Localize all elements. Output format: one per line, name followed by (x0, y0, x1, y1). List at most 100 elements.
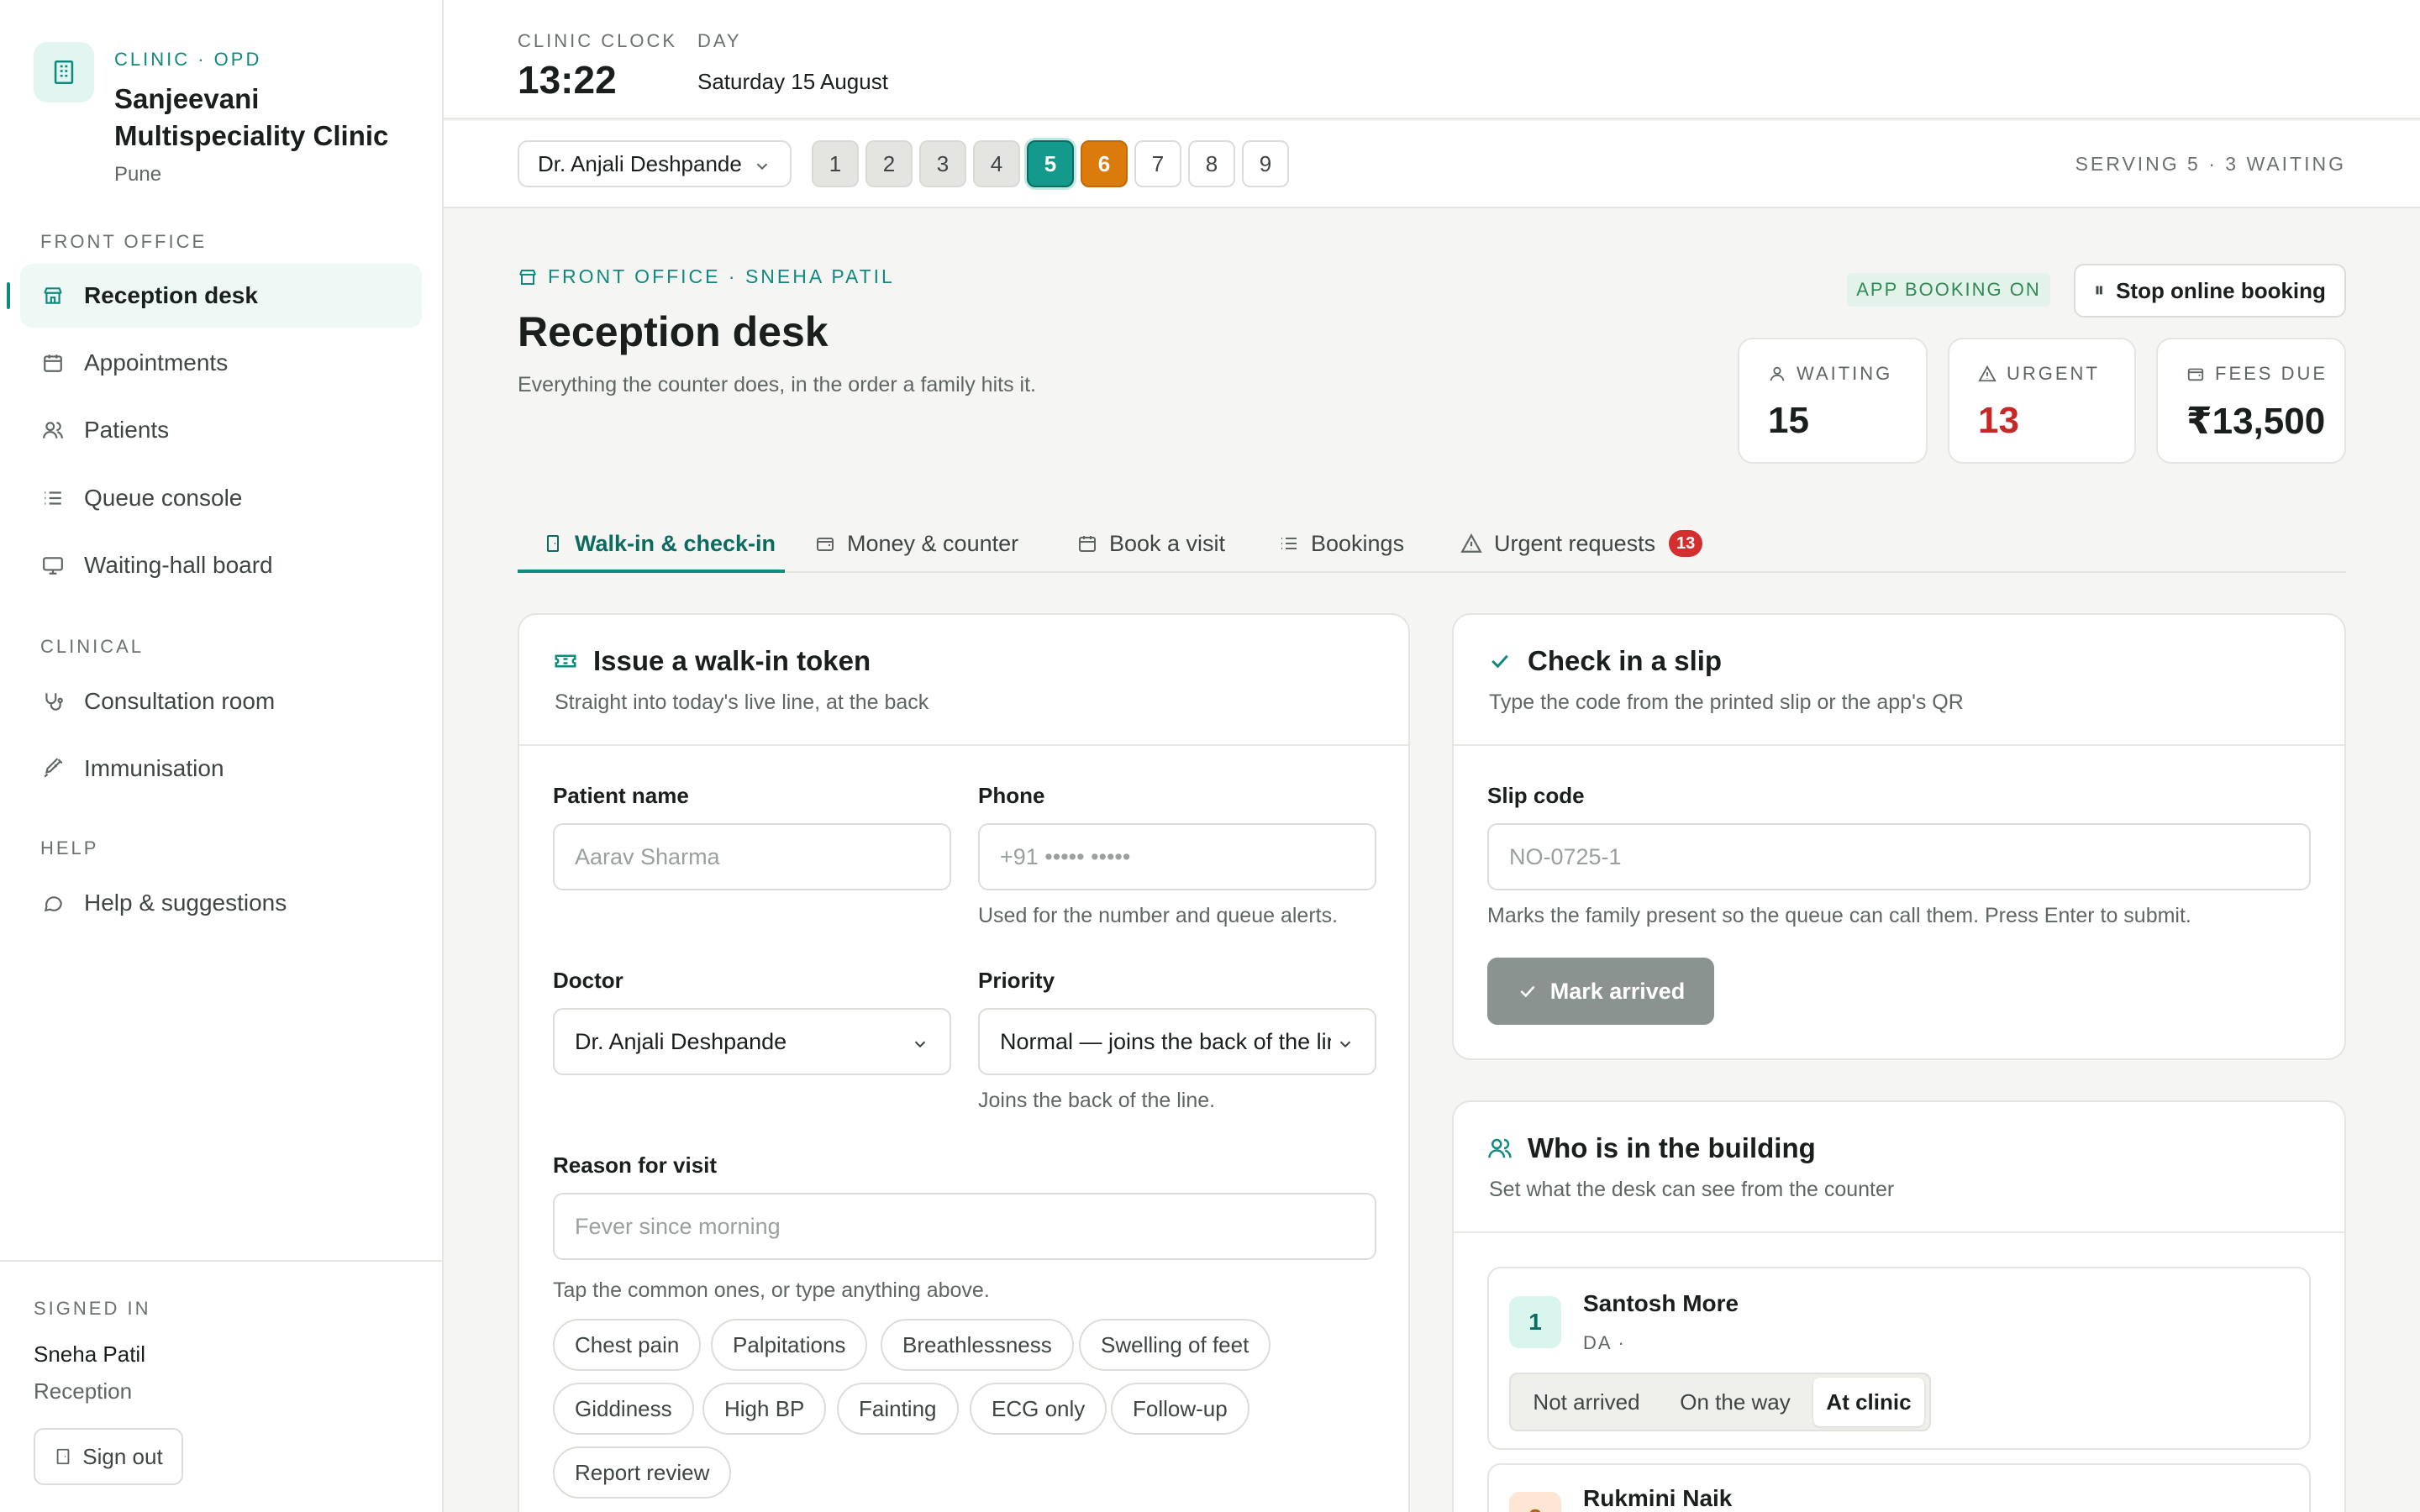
day-value: Saturday 15 August (697, 69, 888, 94)
sidebar-item-label: Immunisation (84, 755, 224, 781)
presence-option-on-the-way[interactable]: On the way (1664, 1378, 1807, 1426)
reason-input[interactable]: Fever since morning (553, 1193, 1376, 1260)
store-icon (518, 267, 538, 287)
clinic-city: Pune (114, 163, 162, 186)
priority-label: Priority (978, 968, 1055, 993)
day-label: DAY (697, 30, 742, 51)
tab-label: Money & counter (847, 530, 1019, 556)
list-icon (40, 486, 66, 511)
patient-token: 1 (1509, 1296, 1561, 1348)
stop-online-booking-button[interactable]: ⏸ Stop online booking (2074, 264, 2346, 318)
reason-chip[interactable]: Giddiness (553, 1383, 694, 1435)
tab-urgent-requests[interactable]: Urgent requests 13 (1460, 514, 1703, 573)
card-subtitle: Set what the desk can see from the count… (1489, 1178, 1895, 1201)
sidebar-item-reception-desk[interactable]: Reception desk (20, 264, 422, 328)
reason-chip[interactable]: High BP (702, 1383, 827, 1435)
stat-value: 15 (1768, 400, 1809, 441)
tab-bookings[interactable]: Bookings (1279, 514, 1404, 573)
sidebar-footer-divider (0, 1260, 442, 1262)
users-icon (40, 417, 66, 443)
tab-label: Walk-in & check-in (575, 530, 776, 556)
sidebar-item-label: Consultation room (84, 688, 276, 714)
phone-label: Phone (978, 783, 1045, 808)
page-title: Reception desk (518, 308, 829, 355)
presence-option-at-clinic[interactable]: At clinic (1813, 1378, 1924, 1426)
page-eyebrow: FRONT OFFICE · SNEHA PATIL (518, 265, 895, 288)
token-button[interactable]: 2 (865, 140, 913, 187)
slip-code-hint: Marks the family present so the queue ca… (1487, 904, 2191, 927)
token-button-current[interactable]: 5 (1027, 140, 1074, 187)
clinic-eyebrow: CLINIC · OPD (114, 49, 262, 70)
doctor-label: Doctor (553, 968, 623, 993)
sign-out-button[interactable]: Sign out (34, 1428, 183, 1485)
doctor-dropdown[interactable]: Dr. Anjali Deshpande (553, 1008, 951, 1075)
calendar-icon (1077, 533, 1097, 554)
tab-money-counter[interactable]: Money & counter (815, 514, 1018, 573)
store-icon (40, 283, 66, 308)
reason-chip[interactable]: Breathlessness (881, 1319, 1074, 1371)
sidebar-item-patients[interactable]: Patients (20, 398, 422, 462)
sidebar: CLINIC · OPD Sanjeevani Multispeciality … (0, 0, 444, 1512)
stat-urgent: URGENT 13 (1948, 338, 2136, 464)
token-button[interactable]: 1 (812, 140, 859, 187)
active-tab-underline (518, 570, 785, 573)
top-bar (444, 0, 2420, 119)
sidebar-item-label: Waiting-hall board (84, 552, 273, 578)
serving-status: SERVING 5 · 3 WAITING (2075, 153, 2346, 175)
patient-meta: DA · (1583, 1332, 1626, 1353)
patient-name-input[interactable]: Aarav Sharma (553, 823, 951, 890)
syringe-icon (40, 756, 66, 781)
token-button[interactable]: 3 (919, 140, 966, 187)
card-title: Check in a slip (1528, 645, 1723, 676)
presence-option-not-arrived[interactable]: Not arrived (1516, 1378, 1657, 1426)
sidebar-item-label: Queue console (84, 485, 243, 511)
reason-chip[interactable]: Chest pain (553, 1319, 702, 1371)
user-icon (1768, 365, 1786, 383)
token-button[interactable]: 8 (1188, 140, 1235, 187)
sidebar-item-help-suggestions[interactable]: Help & suggestions (20, 871, 422, 935)
chevron-down-icon (753, 155, 771, 181)
tab-walk-in-check-in[interactable]: Walk-in & check-in (543, 514, 776, 573)
reason-chip[interactable]: Palpitations (711, 1319, 868, 1371)
urgent-count-badge: 13 (1669, 530, 1703, 557)
slip-code-label: Slip code (1487, 783, 1585, 808)
sidebar-item-queue-console[interactable]: Queue console (20, 466, 422, 530)
reason-chip[interactable]: Follow-up (1111, 1383, 1249, 1435)
tab-label: Urgent requests (1494, 530, 1656, 556)
chevron-down-icon (906, 1033, 929, 1059)
sidebar-item-label: Reception desk (84, 282, 258, 308)
reason-chip[interactable]: Swelling of feet (1079, 1319, 1271, 1371)
stat-fees-due: FEES DUE ₹13,500 (2156, 338, 2346, 464)
sidebar-item-appointments[interactable]: Appointments (20, 331, 422, 395)
token-button-next[interactable]: 6 (1081, 140, 1128, 187)
reason-chip[interactable]: ECG only (970, 1383, 1107, 1435)
chat-icon (40, 890, 66, 916)
slip-code-input[interactable]: NO-0725-1 (1487, 823, 2311, 890)
token-button[interactable]: 9 (1242, 140, 1289, 187)
priority-dropdown[interactable]: Normal — joins the back of the line (978, 1008, 1376, 1075)
clinic-name: Sanjeevani Multispeciality Clinic (114, 83, 389, 151)
nav-section-front-office: FRONT OFFICE (40, 231, 208, 252)
door-icon (54, 1447, 72, 1466)
sidebar-item-waiting-hall-board[interactable]: Waiting-hall board (20, 533, 422, 597)
check-icon (1487, 648, 1512, 674)
doctor-dropdown-value: Dr. Anjali Deshpande (575, 1028, 787, 1054)
token-button[interactable]: 7 (1134, 140, 1181, 187)
page-subtitle: Everything the counter does, in the orde… (518, 373, 1036, 396)
doctor-select[interactable]: Dr. Anjali Deshpande (518, 140, 792, 187)
phone-input[interactable]: +91 ••••• ••••• (978, 823, 1376, 890)
card-subtitle: Type the code from the printed slip or t… (1489, 690, 1964, 714)
stop-online-booking-label: Stop online booking (2116, 277, 2326, 303)
tab-book-a-visit[interactable]: Book a visit (1077, 514, 1225, 573)
tab-label: Book a visit (1109, 530, 1226, 556)
mark-arrived-button[interactable]: Mark arrived (1487, 958, 1714, 1025)
reason-chip[interactable]: Report review (553, 1446, 732, 1499)
reason-chip[interactable]: Fainting (837, 1383, 959, 1435)
stat-label: FEES DUE (2215, 363, 2328, 384)
list-icon (1279, 533, 1299, 554)
check-icon (1517, 980, 1539, 1002)
token-button[interactable]: 4 (973, 140, 1020, 187)
sidebar-item-consultation-room[interactable]: Consultation room (20, 669, 422, 733)
signed-in-label: SIGNED IN (34, 1298, 151, 1319)
sidebar-item-immunisation[interactable]: Immunisation (20, 737, 422, 801)
